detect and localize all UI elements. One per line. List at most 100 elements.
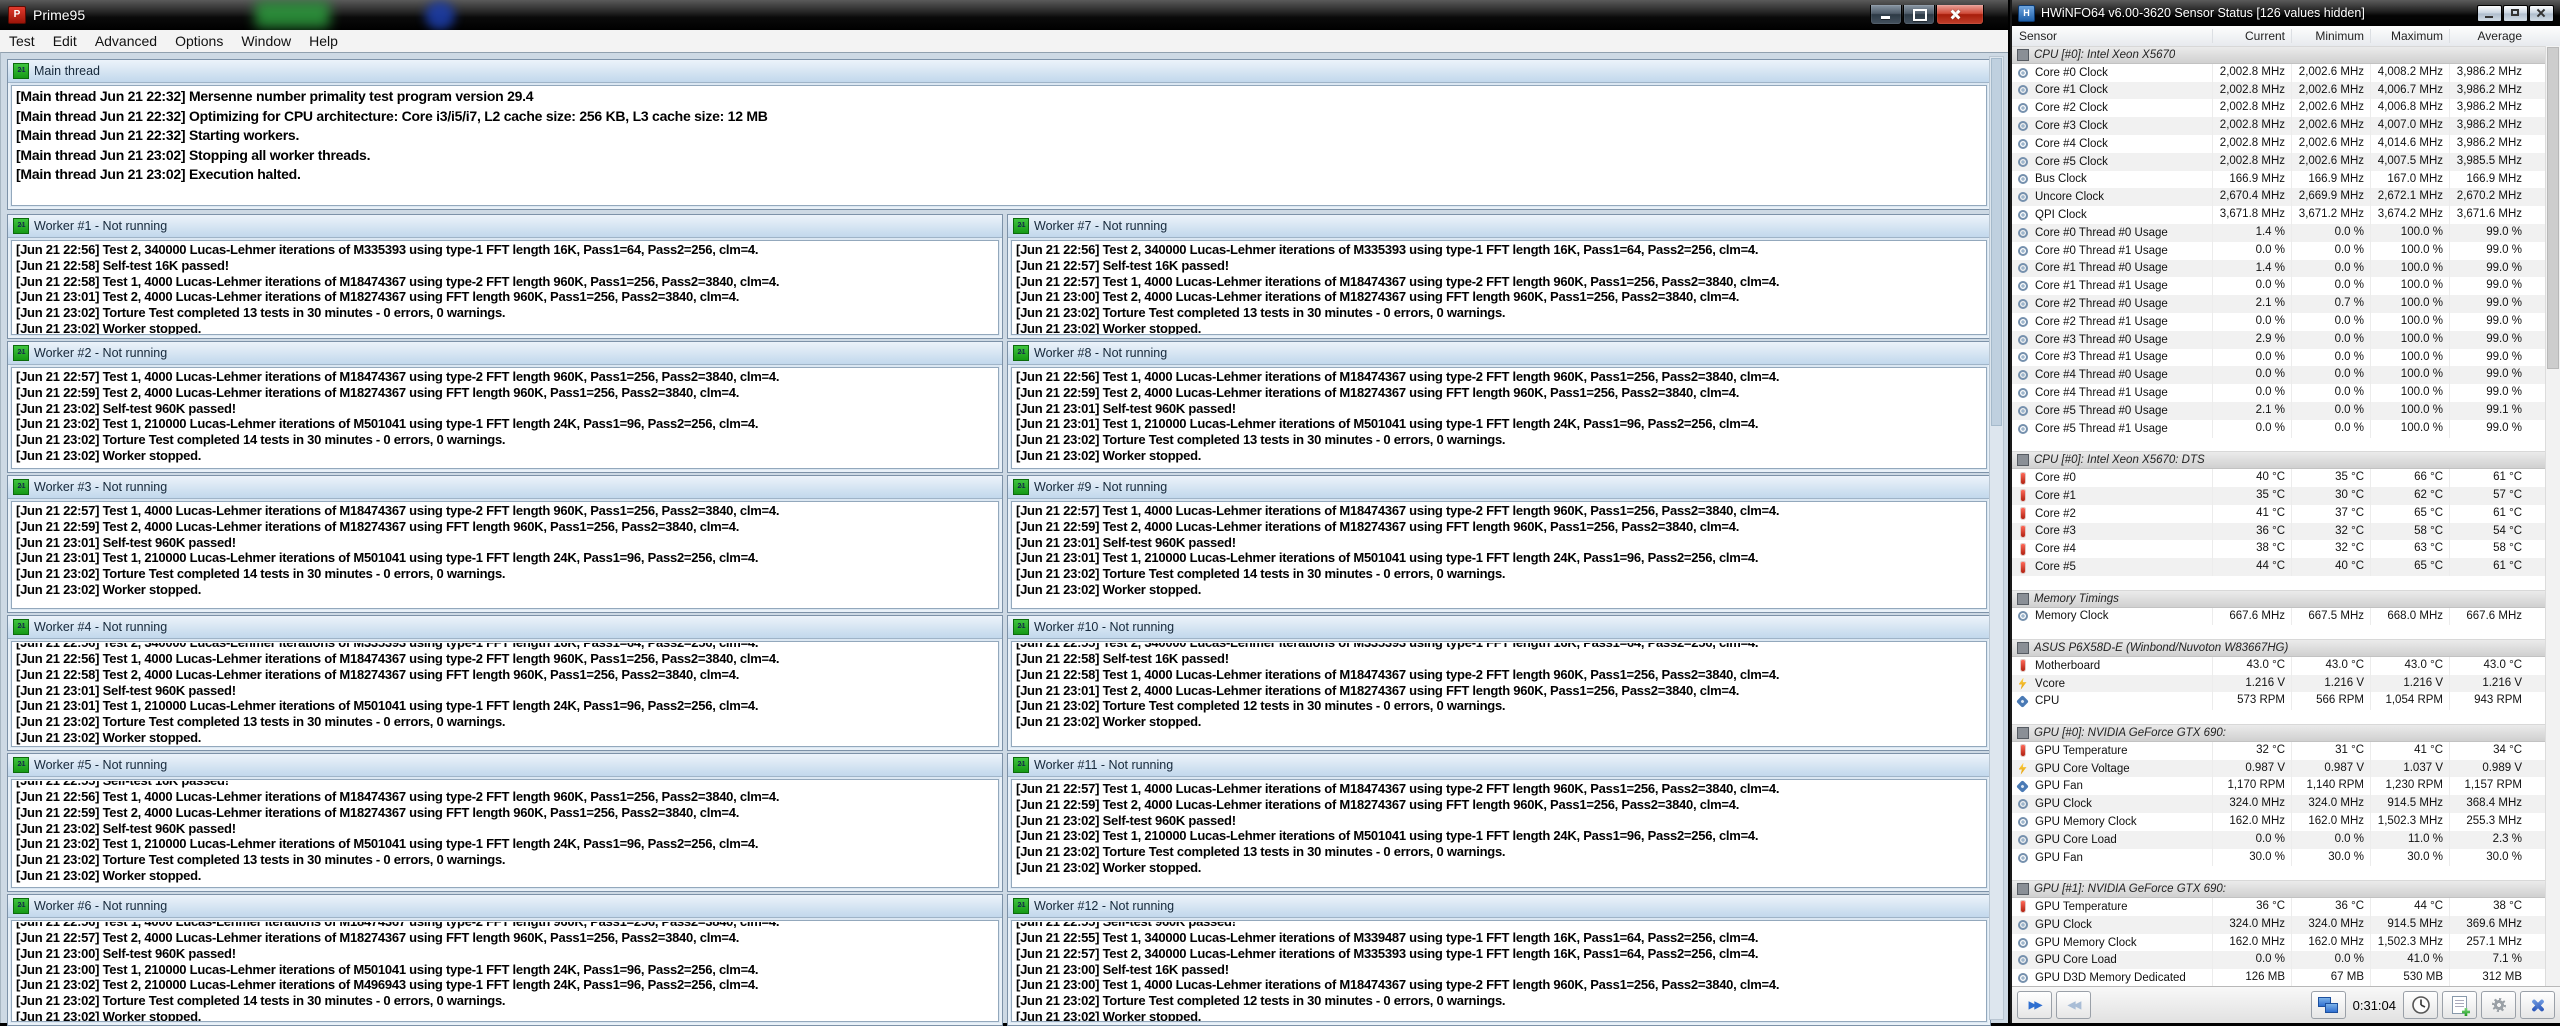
vertical-scrollbar[interactable]: [2545, 46, 2560, 987]
worker-caption[interactable]: Worker #2 - Not running: [8, 342, 1002, 365]
worker-caption[interactable]: Worker #3 - Not running: [8, 476, 1002, 499]
sensor-row[interactable]: GPU Core Voltage 0.987 V 0.987 V 1.037 V 0.9…: [2012, 759, 2560, 778]
sensor-row[interactable]: Core #1 Thread #0 Usage 1.4 % 0.0 % 100.0 %…: [2012, 259, 2560, 278]
worker-caption[interactable]: Worker #9 - Not running: [1008, 476, 1990, 499]
sensor-row[interactable]: Core #5 44 °C 40 °C 65 °C 61 °C: [2012, 558, 2560, 576]
expand-values-button[interactable]: ▶▶: [2017, 991, 2052, 1019]
sensor-row[interactable]: GPU Temperature 36 °C 36 °C 44 °C 38 °C: [2012, 898, 2560, 916]
settings-button[interactable]: [2481, 991, 2516, 1019]
sensor-row[interactable]: GPU Temperature 32 °C 31 °C 41 °C 34 °C: [2012, 741, 2560, 760]
main-thread-log[interactable]: [Main thread Jun 21 22:32] Mersenne numb…: [11, 85, 1987, 206]
main-thread-caption[interactable]: Main thread: [8, 60, 1990, 83]
menu-item-help[interactable]: Help: [300, 30, 347, 52]
worker-log[interactable]: [Jun 21 22:55] Self-test 960K passed![Ju…: [1011, 920, 1987, 1022]
column-header-maximum[interactable]: Maximum: [2370, 29, 2449, 43]
logging-report-button[interactable]: [2442, 991, 2477, 1019]
sensor-row[interactable]: Core #3 Thread #1 Usage 0.0 % 0.0 % 100.0 %…: [2012, 348, 2560, 367]
close-button[interactable]: [2529, 4, 2554, 22]
sensor-row[interactable]: QPI Clock 3,671.8 MHz 3,671.2 MHz 3,674.2 M…: [2012, 206, 2560, 224]
menu-item-options[interactable]: Options: [166, 30, 232, 52]
worker-caption[interactable]: Worker #8 - Not running: [1008, 342, 1990, 365]
sensor-row[interactable]: Core #5 Thread #1 Usage 0.0 % 0.0 % 100.0 %…: [2012, 419, 2560, 438]
worker-log[interactable]: [Jun 21 22:57] Test 1, 4000 Lucas-Lehmer…: [1011, 779, 1987, 888]
sensor-row[interactable]: Motherboard 43.0 °C 43.0 °C 43.0 °C 43.0 °C: [2012, 656, 2560, 675]
worker-caption[interactable]: Worker #10 - Not running: [1008, 616, 1990, 639]
sensor-row[interactable]: Memory Clock 667.6 MHz 667.5 MHz 668.0 MHz 6…: [2012, 607, 2560, 626]
column-header-average[interactable]: Average: [2449, 29, 2528, 43]
sensor-row[interactable]: GPU Core Load 0.0 % 0.0 % 11.0 % 2.3 %: [2012, 830, 2560, 849]
sensor-row[interactable]: Core #4 Clock 2,002.8 MHz 2,002.6 MHz 4,014…: [2012, 134, 2560, 153]
sensor-row[interactable]: Core #3 Thread #0 Usage 2.9 % 0.0 % 100.0 %…: [2012, 330, 2560, 349]
sensor-row[interactable]: GPU Clock 324.0 MHz 324.0 MHz 914.5 MHz 368.…: [2012, 795, 2560, 814]
worker-log[interactable]: [Jun 21 22:57] Test 1, 4000 Lucas-Lehmer…: [11, 367, 999, 469]
worker-log[interactable]: [Jun 21 22:55] Self-test 16K passed![Jun…: [11, 779, 999, 888]
sensor-row[interactable]: Core #1 Clock 2,002.8 MHz 2,002.6 MHz 4,006…: [2012, 81, 2560, 100]
sensor-row[interactable]: Core #0 Thread #0 Usage 1.4 % 0.0 % 100.0 %…: [2012, 223, 2560, 242]
worker-caption[interactable]: Worker #4 - Not running: [8, 616, 1002, 639]
column-header-sensor[interactable]: Sensor: [2012, 29, 2212, 43]
sensor-row[interactable]: Vcore 1.216 V 1.216 V 1.216 V 1.216 V: [2012, 674, 2560, 693]
menu-item-advanced[interactable]: Advanced: [86, 30, 166, 52]
worker-log[interactable]: [Jun 21 22:56] Test 1, 4000 Lucas-Lehmer…: [11, 920, 999, 1022]
vertical-scrollbar[interactable]: [1989, 56, 2004, 1020]
column-header-minimum[interactable]: Minimum: [2291, 29, 2370, 43]
sensor-row[interactable]: GPU Memory Clock 162.0 MHz 162.0 MHz 1,502.…: [2012, 933, 2560, 952]
sensor-row[interactable]: GPU Fan 1,170 RPM 1,140 RPM 1,230 RPM 1,157 …: [2012, 777, 2560, 796]
worker-log[interactable]: [Jun 21 22:56] Test 2, 340000 Lucas-Lehm…: [11, 240, 999, 335]
worker-title: Worker #5 - Not running: [34, 758, 168, 772]
sensor-row[interactable]: Core #2 Clock 2,002.8 MHz 2,002.6 MHz 4,006…: [2012, 99, 2560, 118]
worker-log[interactable]: [Jun 21 22:56] Test 2, 340000 Lucas-Lehm…: [11, 641, 999, 747]
menu-item-test[interactable]: Test: [0, 30, 44, 52]
remote-monitoring-button[interactable]: [2310, 991, 2346, 1019]
sensor-row[interactable]: Core #4 38 °C 32 °C 63 °C 58 °C: [2012, 540, 2560, 559]
sensor-row[interactable]: Core #3 36 °C 32 °C 58 °C 54 °C: [2012, 522, 2560, 541]
sensor-row[interactable]: Core #4 Thread #1 Usage 0.0 % 0.0 % 100.0 %…: [2012, 384, 2560, 402]
sensor-row[interactable]: Core #0 Clock 2,002.8 MHz 2,002.6 MHz 4,008…: [2012, 63, 2560, 82]
sensor-row[interactable]: GPU Fan 30.0 % 30.0 % 30.0 % 30.0 %: [2012, 848, 2560, 867]
close-sensors-button[interactable]: [2520, 991, 2555, 1019]
worker-log[interactable]: [Jun 21 22:57] Test 1, 4000 Lucas-Lehmer…: [11, 501, 999, 609]
sensor-row[interactable]: GPU Clock 324.0 MHz 324.0 MHz 914.5 MHz 369.…: [2012, 915, 2560, 934]
sensor-row[interactable]: Core #0 40 °C 35 °C 66 °C 61 °C: [2012, 469, 2560, 487]
prime95-titlebar[interactable]: Prime95: [0, 0, 2008, 30]
sensor-row[interactable]: Core #4 Thread #0 Usage 0.0 % 0.0 % 100.0 %…: [2012, 366, 2560, 385]
sensor-row[interactable]: GPU D3D Memory Dedicated 126 MB 67 MB 530 M…: [2012, 969, 2560, 987]
reset-clock-button[interactable]: [2403, 991, 2438, 1019]
sensor-row[interactable]: Core #2 Thread #0 Usage 2.1 % 0.7 % 100.0 %…: [2012, 295, 2560, 313]
sensor-row[interactable]: Core #2 Thread #1 Usage 0.0 % 0.0 % 100.0 %…: [2012, 312, 2560, 331]
menu-item-window[interactable]: Window: [232, 30, 300, 52]
worker-caption[interactable]: Worker #7 - Not running: [1008, 215, 1990, 238]
sensor-row[interactable]: Uncore Clock 2,670.4 MHz 2,669.9 MHz 2,672.…: [2012, 188, 2560, 207]
scrollbar-thumb[interactable]: [1991, 58, 2002, 426]
sensor-row[interactable]: GPU Memory Clock 162.0 MHz 162.0 MHz 1,502.…: [2012, 813, 2560, 831]
minimize-button[interactable]: [1870, 5, 1902, 25]
column-header-current[interactable]: Current: [2212, 29, 2291, 43]
collapse-values-button[interactable]: ◀◀: [2056, 991, 2091, 1019]
hwinfo-titlebar[interactable]: HWiNFO64 v6.00-3620 Sensor Status [126 v…: [2012, 0, 2560, 26]
sensor-row[interactable]: Core #2 41 °C 37 °C 65 °C 61 °C: [2012, 504, 2560, 523]
worker-log[interactable]: [Jun 21 22:55] Test 2, 340000 Lucas-Lehm…: [1011, 641, 1987, 747]
maximize-button[interactable]: [2503, 4, 2528, 22]
worker-caption[interactable]: Worker #6 - Not running: [8, 895, 1002, 918]
sensor-row[interactable]: Core #1 35 °C 30 °C 62 °C 57 °C: [2012, 486, 2560, 505]
worker-log[interactable]: [Jun 21 22:57] Test 1, 4000 Lucas-Lehmer…: [1011, 501, 1987, 609]
sensor-row[interactable]: Core #1 Thread #1 Usage 0.0 % 0.0 % 100.0 %…: [2012, 277, 2560, 296]
menu-item-edit[interactable]: Edit: [44, 30, 86, 52]
worker-caption[interactable]: Worker #11 - Not running: [1008, 754, 1990, 777]
sensor-row[interactable]: Core #5 Thread #0 Usage 2.1 % 0.0 % 100.0 %…: [2012, 401, 2560, 420]
sensor-row[interactable]: CPU 573 RPM 566 RPM 1,054 RPM 943 RPM: [2012, 692, 2560, 711]
sensor-row[interactable]: Core #3 Clock 2,002.8 MHz 2,002.6 MHz 4,007…: [2012, 117, 2560, 135]
worker-caption[interactable]: Worker #1 - Not running: [8, 215, 1002, 238]
sensor-row[interactable]: Bus Clock 166.9 MHz 166.9 MHz 167.0 MHz 166.…: [2012, 170, 2560, 189]
sensor-row[interactable]: Core #5 Clock 2,002.8 MHz 2,002.6 MHz 4,007…: [2012, 152, 2560, 171]
minimize-button[interactable]: [2477, 4, 2502, 22]
worker-caption[interactable]: Worker #5 - Not running: [8, 754, 1002, 777]
worker-caption[interactable]: Worker #12 - Not running: [1008, 895, 1990, 918]
close-button[interactable]: [1936, 5, 1984, 25]
sensor-row[interactable]: GPU Core Load 0.0 % 0.0 % 41.0 % 7.1 %: [2012, 951, 2560, 970]
sensor-row[interactable]: Core #0 Thread #1 Usage 0.0 % 0.0 % 100.0 %…: [2012, 241, 2560, 260]
scrollbar-thumb[interactable]: [2547, 47, 2559, 369]
maximize-button[interactable]: [1903, 5, 1935, 25]
worker-log[interactable]: [Jun 21 22:56] Test 2, 340000 Lucas-Lehm…: [1011, 240, 1987, 335]
worker-log[interactable]: [Jun 21 22:56] Test 1, 4000 Lucas-Lehmer…: [1011, 367, 1987, 469]
